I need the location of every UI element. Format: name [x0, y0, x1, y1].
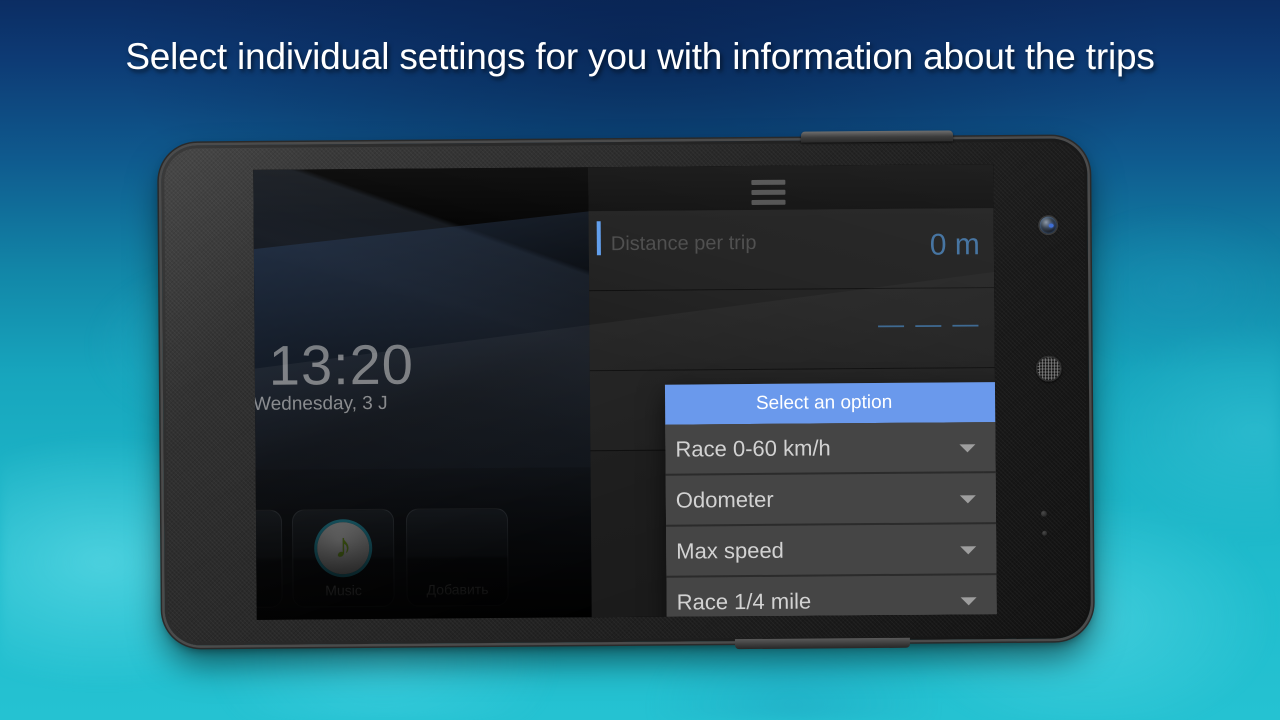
- option-spinner-3-value: Max speed: [676, 537, 784, 564]
- dialog-header-period-label: Period: [983, 390, 997, 413]
- dock-label-music: Music: [325, 582, 362, 599]
- hamburger-bar: [751, 179, 786, 186]
- wallpaper-clock: 13:20: [268, 332, 415, 397]
- hamburger-bar: [751, 189, 786, 196]
- sensor-dot-icon: [1040, 510, 1047, 517]
- home-screen-wallpaper: 13:20 Wednesday, 3 J ♪ Music Добавить: [253, 167, 592, 620]
- phone-device-mockup: 13:20 Wednesday, 3 J ♪ Music Добавить Di…: [161, 130, 1091, 650]
- option-spinner-3[interactable]: Max speed: [666, 524, 985, 578]
- dock-tile-add[interactable]: Добавить: [405, 507, 509, 607]
- screen-inner: 13:20 Wednesday, 3 J ♪ Music Добавить Di…: [253, 164, 997, 620]
- dialog-rows: Race 0-60 km/h Week Odometer: [665, 420, 997, 620]
- speaker-grille-icon: [1035, 355, 1062, 382]
- phone-screen: 13:20 Wednesday, 3 J ♪ Music Добавить Di…: [253, 164, 997, 620]
- chevron-down-icon: [960, 545, 977, 554]
- period-spinner-3[interactable]: Trip: [984, 522, 997, 576]
- stat-card[interactable]: — — —: [589, 288, 995, 372]
- period-spinner-2[interactable]: Today: [983, 471, 997, 525]
- select-option-dialog: Select an option Period Race 0-60 km/h W…: [664, 380, 997, 620]
- screenshot-stage: Select individual settings for you with …: [0, 0, 1280, 720]
- stat-card-accent-bar: [596, 221, 601, 256]
- dialog-row: Odometer Today: [665, 471, 997, 527]
- period-spinner-1[interactable]: Week: [983, 420, 997, 474]
- dock-tile-music[interactable]: ♪ Music: [291, 508, 395, 608]
- chevron-down-icon: [960, 596, 977, 605]
- phone-top-button[interactable]: [800, 130, 954, 143]
- page-title: Select individual settings for you with …: [125, 36, 1155, 77]
- dialog-row: Race 1/4 mile Trip: [666, 573, 997, 620]
- chevron-down-icon: [959, 494, 976, 503]
- music-note-glyph: ♪: [334, 527, 352, 566]
- option-spinner-1-value: Race 0-60 km/h: [675, 434, 831, 462]
- stat-card-value: — — —: [877, 308, 981, 340]
- microphone-dot-icon: [1042, 530, 1048, 536]
- home-screen-dock: ♪ Music Добавить: [253, 507, 597, 618]
- dialog-header: Select an option Period: [664, 380, 997, 425]
- option-spinner-2[interactable]: Odometer: [665, 473, 985, 527]
- hamburger-menu-icon[interactable]: [751, 179, 786, 206]
- music-note-icon: ♪: [317, 522, 370, 575]
- camera-lens-icon: [1039, 216, 1057, 234]
- stat-card-value: 0 m: [929, 228, 980, 262]
- phone-bottom-port: [734, 637, 911, 650]
- dock-tile-partial[interactable]: [253, 509, 283, 609]
- app-top-bar: [588, 164, 994, 212]
- wallpaper-date: Wednesday, 3 J: [253, 392, 388, 415]
- option-spinner-4[interactable]: Race 1/4 mile: [666, 575, 985, 620]
- chevron-down-icon: [959, 443, 976, 452]
- option-spinner-2-value: Odometer: [675, 486, 774, 513]
- option-spinner-1[interactable]: Race 0-60 km/h: [665, 422, 984, 476]
- dock-label-add: Добавить: [426, 581, 489, 598]
- hamburger-bar: [751, 199, 786, 206]
- dialog-header-option-label: Select an option: [755, 391, 893, 414]
- option-spinner-4-value: Race 1/4 mile: [676, 588, 812, 615]
- period-spinner-4[interactable]: Trip: [984, 573, 997, 620]
- dialog-row: Max speed Trip: [666, 522, 997, 578]
- stat-card[interactable]: Distance per trip 0 m: [588, 208, 995, 292]
- dialog-row: Race 0-60 km/h Week: [665, 420, 997, 476]
- stat-card-title: Distance per trip: [610, 231, 757, 256]
